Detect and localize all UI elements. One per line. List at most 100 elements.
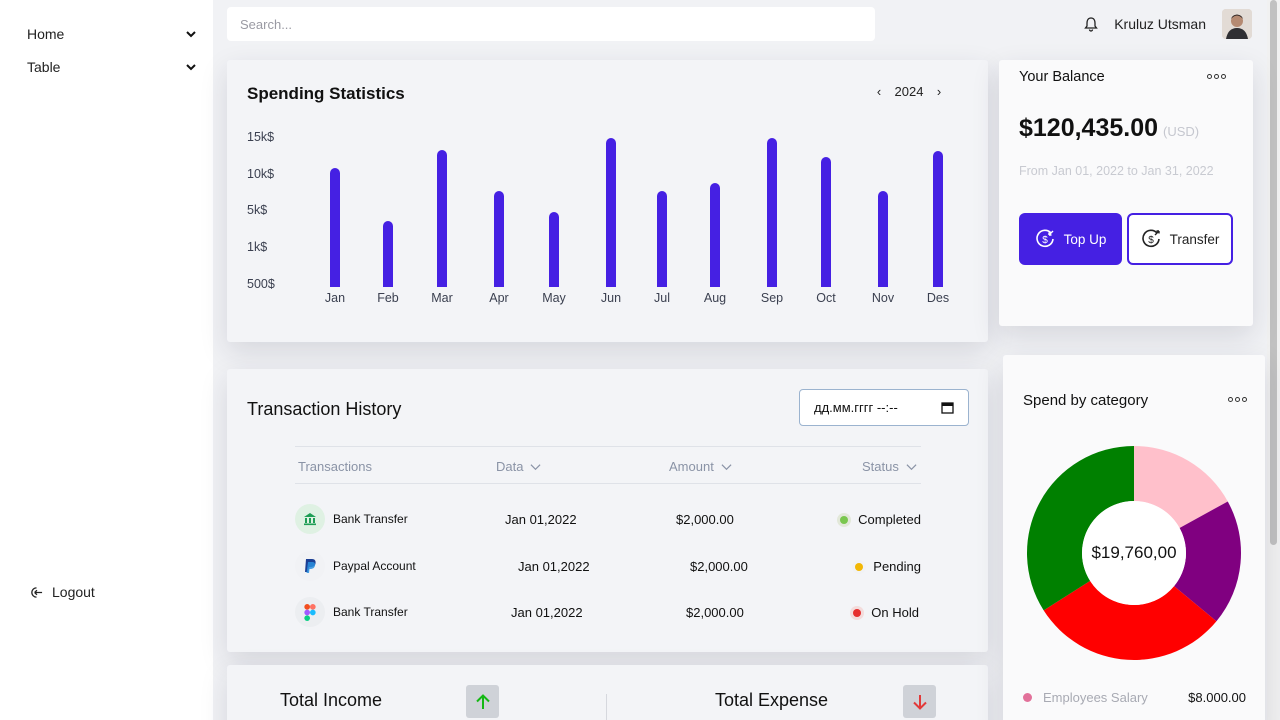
- top-up-label: Top Up: [1063, 231, 1107, 247]
- top-up-button[interactable]: $ Top Up: [1019, 213, 1122, 265]
- transaction-history-card: Transaction History дд.мм.гггг --:-- Tra…: [227, 369, 988, 652]
- sidebar-item-table[interactable]: Table: [27, 55, 197, 79]
- status-label: Pending: [873, 558, 921, 574]
- balance-card: Your Balance $120,435.00 (USD) From Jan 0…: [999, 60, 1253, 326]
- sidebar-item-home[interactable]: Home: [27, 22, 197, 46]
- x-tick-label: Sep: [760, 291, 784, 305]
- chart-bar[interactable]: [933, 151, 943, 287]
- chart-bar[interactable]: [383, 221, 393, 287]
- chart-bar[interactable]: [606, 138, 616, 287]
- bank-icon: [295, 504, 325, 534]
- x-tick-label: Aug: [703, 291, 727, 305]
- card-title: Spending Statistics: [247, 84, 405, 103]
- transaction-table: Transactions Data Amount Status Bank Tra…: [295, 446, 921, 644]
- legend-value: $8.000.00: [1188, 690, 1246, 705]
- status-label: On Hold: [871, 605, 919, 620]
- chevron-down-icon: [530, 464, 541, 471]
- previous-year-button[interactable]: ‹: [867, 84, 891, 99]
- chart-bar[interactable]: [494, 191, 504, 287]
- expense-arrow-button[interactable]: [903, 685, 936, 718]
- transaction-amount: $2,000.00: [690, 558, 748, 574]
- transaction-name: Paypal Account: [333, 558, 416, 573]
- year-label: 2024: [894, 84, 924, 99]
- table-row[interactable]: Bank Transfer Jan 01,2022 $2,000.00 Comp…: [295, 504, 921, 551]
- column-label: Data: [496, 459, 524, 474]
- column-status[interactable]: Status: [862, 459, 917, 474]
- chart-bar[interactable]: [710, 183, 720, 287]
- status-indicator: [855, 562, 864, 571]
- table-header: Transactions Data Amount Status: [295, 446, 921, 484]
- column-label: Status: [862, 459, 899, 474]
- y-tick-label: 5k$: [247, 203, 268, 217]
- more-options-icon[interactable]: [1207, 74, 1226, 79]
- transfer-icon: $: [1141, 229, 1160, 248]
- chevron-down-icon: [186, 31, 196, 38]
- x-tick-label: Jul: [654, 291, 670, 305]
- scrollbar[interactable]: [1267, 0, 1280, 720]
- user-name[interactable]: Kruluz Utsman: [1114, 16, 1206, 32]
- scrollbar-thumb[interactable]: [1270, 0, 1277, 545]
- column-label: Amount: [669, 459, 714, 474]
- balance-date-range: From Jan 01, 2022 to Jan 31, 2022: [1019, 164, 1214, 178]
- x-tick-label: Mar: [431, 291, 453, 305]
- chart-bar[interactable]: [657, 191, 667, 287]
- balance-amount: $120,435.00 (USD): [1019, 114, 1199, 143]
- table-row[interactable]: Bank Transfer Jan 01,2022 $2,000.00 On H…: [295, 597, 921, 644]
- transaction-status: Pending: [836, 559, 921, 574]
- totals-card: Total Income Total Expense: [227, 665, 988, 720]
- legend-label: Employees Salary: [1043, 690, 1148, 705]
- paypal-icon: [295, 550, 325, 581]
- chart-bar[interactable]: [821, 157, 831, 287]
- table-row[interactable]: Paypal Account Jan 01,2022 $2,000.00 Pen…: [295, 550, 921, 598]
- year-selector: ‹ 2024 ›: [867, 84, 951, 99]
- balance-currency: (USD): [1163, 124, 1200, 139]
- balance-value: $120,435.00: [1019, 114, 1159, 142]
- next-year-button[interactable]: ›: [927, 84, 951, 99]
- search-input[interactable]: [227, 7, 875, 41]
- bell-icon[interactable]: [1083, 16, 1099, 32]
- chart-bar[interactable]: [549, 212, 559, 287]
- more-options-icon[interactable]: [1228, 397, 1247, 402]
- chart-bar[interactable]: [437, 150, 447, 287]
- column-amount[interactable]: Amount: [669, 459, 732, 474]
- legend-dot: [1023, 693, 1032, 702]
- chevron-down-icon: [721, 464, 732, 471]
- sidebar-item-label: Table: [27, 59, 61, 75]
- chart-bar[interactable]: [330, 168, 340, 287]
- divider: [606, 694, 607, 720]
- y-tick-label: 1k$: [247, 240, 268, 254]
- svg-text:$: $: [1042, 235, 1048, 246]
- figma-icon: [295, 597, 325, 627]
- svg-text:$: $: [1148, 235, 1154, 246]
- donut-center-value: $19,760,00: [1091, 543, 1177, 562]
- transaction-status: On Hold: [836, 605, 919, 620]
- transfer-button[interactable]: $ Transfer: [1127, 213, 1233, 265]
- x-tick-label: May: [542, 291, 566, 305]
- chart-bar[interactable]: [767, 138, 777, 287]
- y-tick-label: 500$: [247, 277, 275, 291]
- income-arrow-button[interactable]: [466, 685, 499, 718]
- status-indicator: [853, 609, 862, 617]
- card-title: Spend by category: [1023, 392, 1149, 409]
- date-filter-input[interactable]: дд.мм.гггг --:--: [799, 389, 969, 426]
- transaction-date: Jan 01,2022: [511, 605, 583, 620]
- chart-bar[interactable]: [878, 191, 888, 287]
- transaction-amount: $2,000.00: [676, 512, 734, 527]
- logout-button[interactable]: Logout: [30, 584, 95, 600]
- column-data[interactable]: Data: [496, 459, 541, 474]
- x-tick-label: Oct: [816, 291, 836, 305]
- column-label: Transactions: [298, 459, 372, 474]
- y-tick-label: 10k$: [247, 167, 275, 181]
- sidebar: Home Table Logout: [0, 0, 213, 720]
- date-filter-placeholder: дд.мм.гггг --:--: [814, 400, 898, 415]
- legend-item: Employees Salary $8.000.00: [1023, 690, 1246, 705]
- x-tick-label: Jun: [600, 291, 622, 305]
- x-tick-label: Feb: [377, 291, 399, 305]
- avatar[interactable]: [1222, 9, 1252, 39]
- arrow-up-icon: [475, 693, 490, 709]
- sidebar-item-label: Home: [27, 26, 65, 42]
- calendar-icon[interactable]: [941, 401, 954, 414]
- total-expense-label: Total Expense: [715, 690, 829, 710]
- top-up-icon: $: [1035, 229, 1054, 248]
- chevron-down-icon: [906, 464, 917, 471]
